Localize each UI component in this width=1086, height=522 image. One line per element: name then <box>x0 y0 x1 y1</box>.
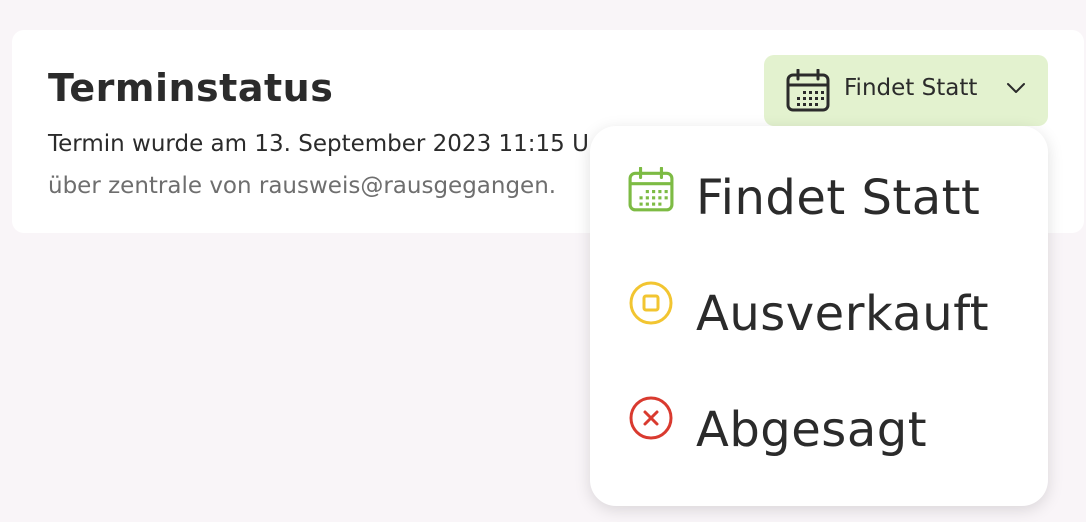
status-dropdown-button[interactable]: Findet Statt <box>764 55 1048 126</box>
menu-item-ausverkauft[interactable]: Ausverkauft <box>590 266 1048 366</box>
chevron-down-icon <box>1007 83 1025 93</box>
menu-item-label: Findet Statt <box>696 170 981 226</box>
x-circle-icon <box>629 396 673 440</box>
menu-item-label: Ausverkauft <box>696 286 990 342</box>
status-dropdown-label: Findet Statt <box>844 75 978 101</box>
status-dropdown-menu: Findet Statt Ausverkauft Abgesagt <box>590 126 1048 506</box>
status-info-line: Termin wurde am 13. September 2023 11:15… <box>48 131 589 157</box>
card-title: Terminstatus <box>48 66 334 110</box>
menu-item-findet-statt[interactable]: Findet Statt <box>590 150 1048 250</box>
calendar-icon <box>628 167 674 212</box>
status-author-line: über zentrale von rausweis@rausgegangen. <box>48 173 557 199</box>
calendar-icon <box>786 69 830 112</box>
menu-item-label: Abgesagt <box>696 402 928 458</box>
menu-item-abgesagt[interactable]: Abgesagt <box>590 382 1048 482</box>
stop-circle-icon <box>629 281 673 325</box>
